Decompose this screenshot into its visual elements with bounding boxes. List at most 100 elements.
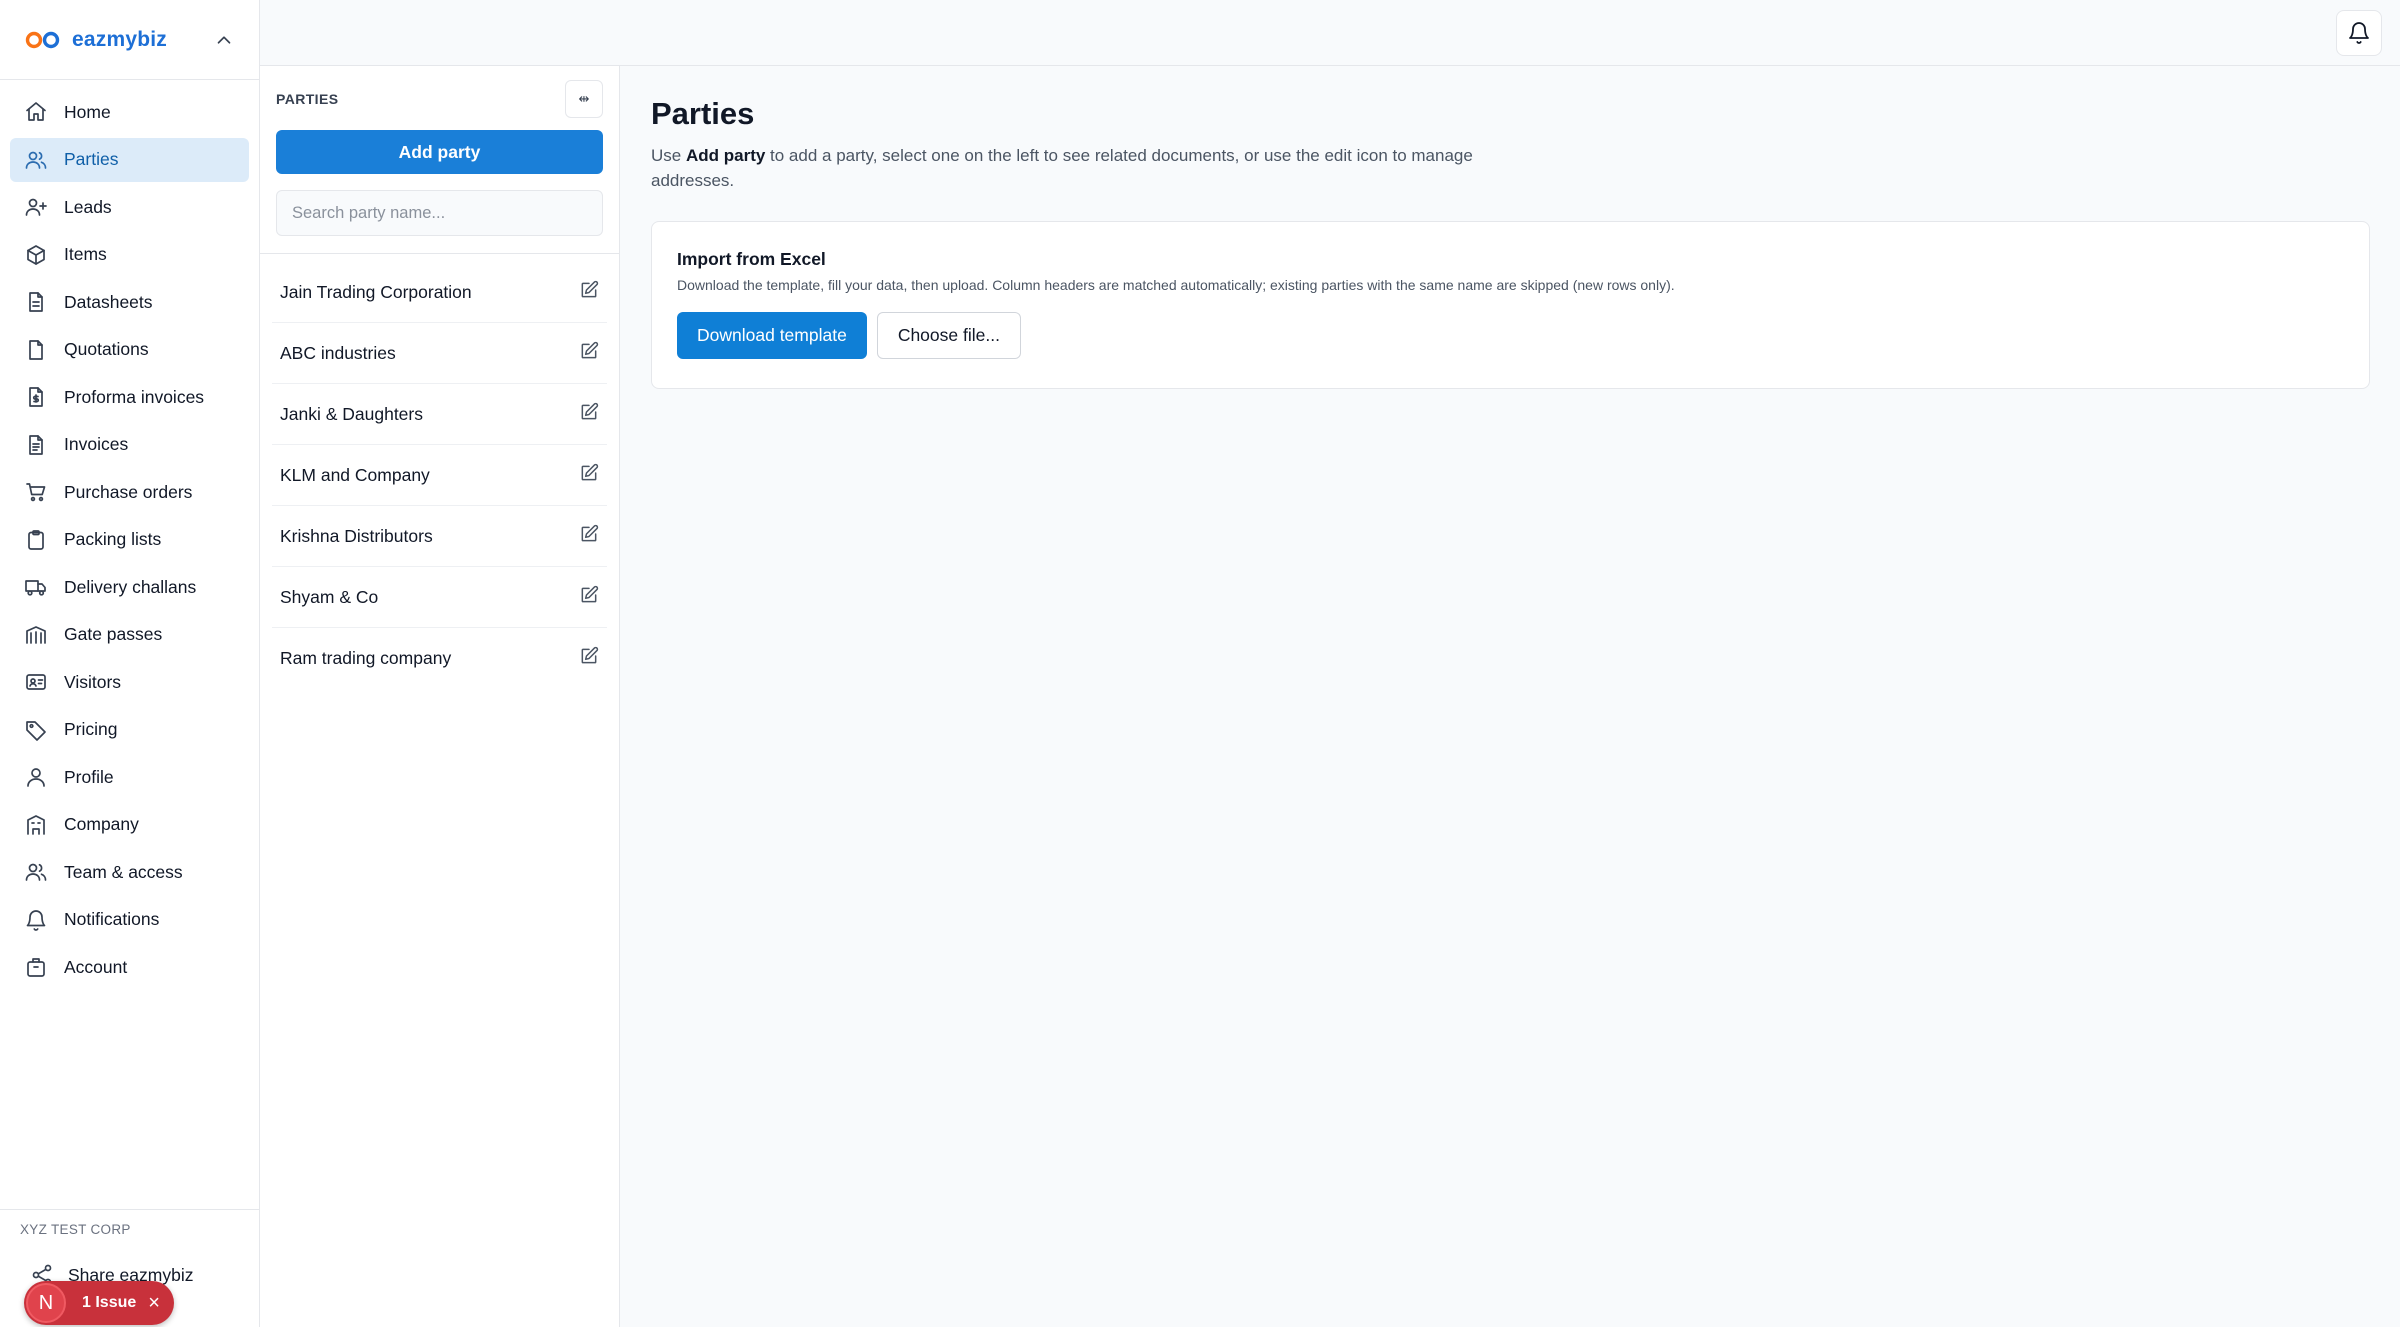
party-list-item[interactable]: Shyam & Co [272, 567, 607, 628]
issue-avatar: N [26, 1283, 66, 1323]
edit-icon[interactable] [579, 463, 599, 488]
sidebar-item-notifications[interactable]: Notifications [10, 898, 249, 942]
sidebar-item-label: Leads [64, 196, 112, 217]
party-name: Shyam & Co [280, 586, 379, 607]
sidebar-item-label: Visitors [64, 671, 122, 692]
truck-icon [24, 575, 48, 599]
sidebar-item-label: Account [64, 956, 128, 977]
sidebar-item-label: Quotations [64, 339, 149, 359]
edit-icon[interactable] [579, 402, 599, 427]
party-list-item[interactable]: ABC industries [272, 323, 607, 384]
party-name: KLM and Company [280, 464, 430, 485]
edit-icon[interactable] [579, 280, 599, 305]
sidebar-nav: Home Parties Leads Items Datasheets Quotation… [0, 80, 259, 989]
clipboard-icon [24, 528, 48, 552]
user-icon [24, 765, 48, 789]
issue-label: 1 Issue [82, 1294, 137, 1311]
bell-icon [24, 908, 48, 932]
import-description: Download the template, fill your data, t… [677, 277, 1675, 293]
edit-icon[interactable] [579, 585, 599, 610]
download-template-button[interactable]: Download template [677, 312, 867, 359]
sidebar-item-invoices[interactable]: Invoices [10, 423, 249, 467]
brand-name: eazmybiz [72, 27, 167, 51]
sidebar-item-datasheets[interactable]: Datasheets [10, 280, 249, 324]
org-name: XYZ TEST CORP [20, 1222, 131, 1237]
page-desc-suffix: to add a party, select one on the left t… [651, 146, 1473, 190]
notifications-button[interactable] [2336, 10, 2382, 56]
sidebar-item-purchase-orders[interactable]: Purchase orders [10, 470, 249, 514]
sidebar-item-label: Proforma invoices [64, 386, 205, 407]
sidebar-item-label: Packing lists [64, 529, 162, 549]
sidebar-item-label: Parties [64, 149, 119, 169]
brand-header: eazmybiz [0, 0, 259, 80]
import-title: Import from Excel [677, 249, 826, 269]
sidebar-item-parties[interactable]: Parties [10, 137, 249, 182]
party-name: ABC industries [280, 342, 396, 363]
collapse-panel-button[interactable]: ⇹ [565, 80, 603, 118]
page-description: Use Add party to add a party, select one… [651, 143, 1511, 193]
party-name: Ram trading company [280, 648, 452, 668]
search-input[interactable] [276, 190, 603, 236]
bell-icon [2349, 22, 2369, 44]
party-list-item[interactable]: Krishna Distributors [272, 506, 607, 567]
party-name: Jain Trading Corporation [280, 281, 472, 302]
user-plus-icon [24, 195, 48, 219]
topbar [260, 0, 2400, 66]
tag-icon [24, 718, 48, 742]
party-list-item[interactable]: Jain Trading Corporation [272, 262, 607, 323]
party-list-item[interactable]: Ram trading company [272, 628, 607, 689]
building-icon [24, 813, 48, 837]
file-icon [24, 338, 48, 362]
sidebar-item-visitors[interactable]: Visitors [10, 660, 249, 704]
party-list-item[interactable]: Janki & Daughters [272, 384, 607, 445]
sidebar-item-profile[interactable]: Profile [10, 755, 249, 799]
sidebar-item-label: Invoices [64, 434, 129, 454]
sidebar-item-label: Gate passes [64, 624, 163, 644]
box-icon [24, 243, 48, 267]
party-name: Janki & Daughters [280, 403, 423, 424]
sidebar-item-label: Purchase orders [64, 481, 193, 502]
sidebar-item-leads[interactable]: Leads [10, 185, 249, 229]
party-name: Krishna Distributors [280, 525, 433, 546]
sidebar-item-pricing[interactable]: Pricing [10, 708, 249, 752]
party-list-item[interactable]: KLM and Company [272, 445, 607, 506]
sidebar-item-label: Profile [64, 766, 114, 787]
sidebar-item-packing-lists[interactable]: Packing lists [10, 518, 249, 562]
sidebar-item-home[interactable]: Home [10, 90, 249, 134]
sidebar-item-account[interactable]: Account [10, 945, 249, 989]
file-lines-icon [24, 433, 48, 457]
parties-panel-header: PARTIES ⇹ Add party [260, 66, 619, 254]
home-icon [24, 100, 48, 124]
edit-icon[interactable] [579, 524, 599, 549]
sidebar-item-delivery-challans[interactable]: Delivery challans [10, 565, 249, 609]
cart-icon [24, 480, 48, 504]
sidebar-item-team-and-access[interactable]: Team & access [10, 850, 249, 894]
edit-icon[interactable] [579, 341, 599, 366]
sidebar-item-label: Items [64, 244, 107, 264]
sidebar-item-label: Delivery challans [64, 576, 197, 597]
sidebar-item-label: Pricing [64, 719, 118, 739]
page-title: Parties [651, 96, 755, 131]
close-icon[interactable]: × [148, 1292, 160, 1315]
edit-icon[interactable] [579, 646, 599, 671]
page-desc-prefix: Use [651, 146, 686, 165]
party-list: Jain Trading Corporation ABC industries Ja… [260, 254, 619, 689]
sidebar-item-quotations[interactable]: Quotations [10, 328, 249, 372]
chevron-up-icon[interactable] [213, 29, 235, 51]
brand-logo-icon [25, 31, 60, 48]
add-party-button[interactable]: Add party [276, 130, 603, 174]
main-content: Parties Use Add party to add a party, se… [620, 66, 2400, 1327]
parties-panel-title: PARTIES [276, 91, 339, 107]
briefcase-icon [24, 955, 48, 979]
sidebar-item-label: Notifications [64, 909, 160, 929]
sidebar-item-label: Home [64, 101, 111, 122]
sidebar-item-proforma-invoices[interactable]: Proforma invoices [10, 375, 249, 419]
sidebar-item-items[interactable]: Items [10, 233, 249, 277]
choose-file-button[interactable]: Choose file... [876, 312, 1021, 359]
sidebar-item-company[interactable]: Company [10, 803, 249, 847]
sidebar-item-gate-passes[interactable]: Gate passes [10, 613, 249, 657]
issue-badge[interactable]: N 1 Issue × [24, 1281, 174, 1325]
file-text-icon [24, 290, 48, 314]
import-actions: Download template Choose file... [677, 312, 2344, 359]
sidebar-item-label: Company [64, 814, 139, 834]
